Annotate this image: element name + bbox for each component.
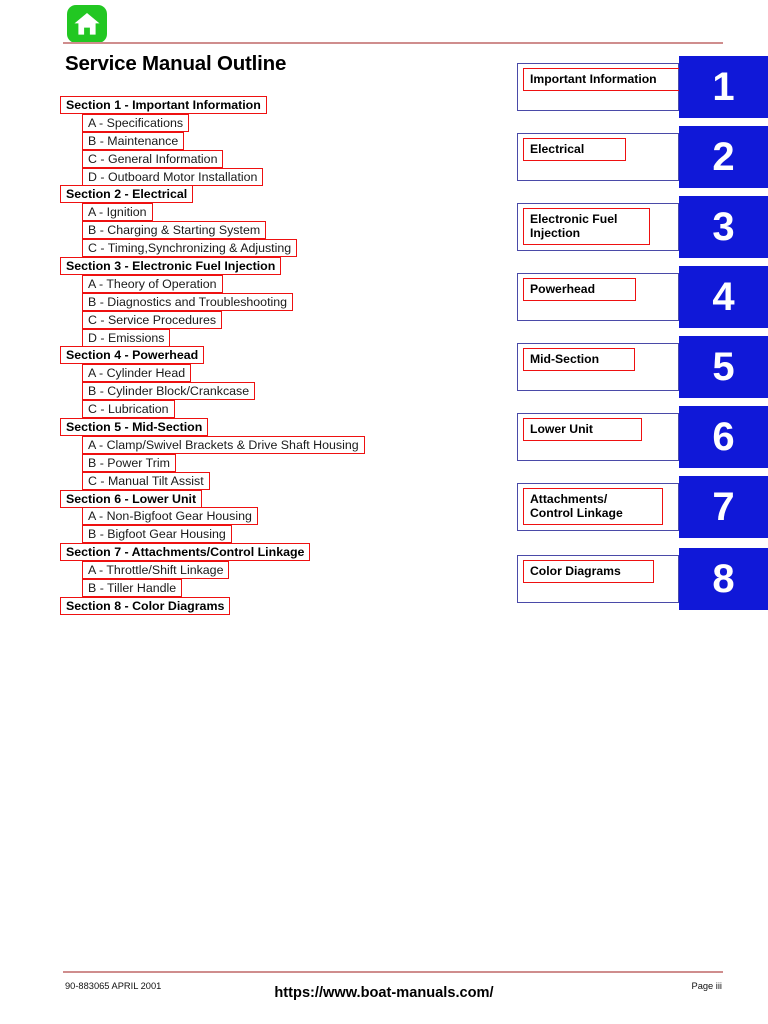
section-tab-number[interactable]: 6 bbox=[679, 406, 768, 468]
section-tab-number[interactable]: 7 bbox=[679, 476, 768, 538]
section-tab-label-box[interactable]: Electrical bbox=[517, 133, 679, 181]
section-tab-label[interactable]: Mid-Section bbox=[523, 348, 635, 371]
section-tab-label-box[interactable]: Mid-Section bbox=[517, 343, 679, 391]
section-tab-label[interactable]: Color Diagrams bbox=[523, 560, 654, 583]
section-tab-number[interactable]: 2 bbox=[679, 126, 768, 188]
section-tab-number[interactable]: 1 bbox=[679, 56, 768, 118]
section-tab-label-box[interactable]: Important Information bbox=[517, 63, 685, 111]
section-tab[interactable]: Lower Unit 6 bbox=[517, 406, 768, 468]
section-tab[interactable]: Electronic Fuel Injection 3 bbox=[517, 196, 768, 258]
section-tab-label-box[interactable]: Powerhead bbox=[517, 273, 679, 321]
section-tab-label[interactable]: Electrical bbox=[523, 138, 626, 161]
section-tab[interactable]: Attachments/ Control Linkage 7 bbox=[517, 476, 768, 538]
section-tab-label[interactable]: Electronic Fuel Injection bbox=[523, 208, 650, 245]
section-tab-label-box[interactable]: Electronic Fuel Injection bbox=[517, 203, 679, 251]
manual-page: Service Manual Outline Section 1 - Impor… bbox=[0, 0, 768, 1024]
section-tab-label[interactable]: Lower Unit bbox=[523, 418, 642, 441]
section-tab-label-box[interactable]: Lower Unit bbox=[517, 413, 679, 461]
section-tab-label-box[interactable]: Attachments/ Control Linkage bbox=[517, 483, 679, 531]
footer-page-number: Page iii bbox=[691, 981, 723, 991]
section-tab[interactable]: Electrical 2 bbox=[517, 126, 768, 188]
section-tab-label[interactable]: Attachments/ Control Linkage bbox=[523, 488, 663, 525]
section-tab-number[interactable]: 5 bbox=[679, 336, 768, 398]
section-tab[interactable]: Powerhead 4 bbox=[517, 266, 768, 328]
section-tab-label[interactable]: Important Information bbox=[523, 68, 685, 91]
section-tab-label[interactable]: Powerhead bbox=[523, 278, 636, 301]
section-tab[interactable]: Important Information 1 bbox=[517, 56, 768, 118]
section-tab[interactable]: Color Diagrams 8 bbox=[517, 548, 768, 610]
footer-url[interactable]: https://www.boat-manuals.com/ bbox=[0, 985, 768, 1001]
footer-divider bbox=[63, 971, 723, 973]
section-tab-label-box[interactable]: Color Diagrams bbox=[517, 555, 679, 603]
section-tab[interactable]: Mid-Section 5 bbox=[517, 336, 768, 398]
section-tab-number[interactable]: 3 bbox=[679, 196, 768, 258]
section-tab-column: Important Information 1 Electrical 2 Electro… bbox=[0, 0, 768, 1024]
section-tab-number[interactable]: 8 bbox=[679, 548, 768, 610]
section-tab-number[interactable]: 4 bbox=[679, 266, 768, 328]
